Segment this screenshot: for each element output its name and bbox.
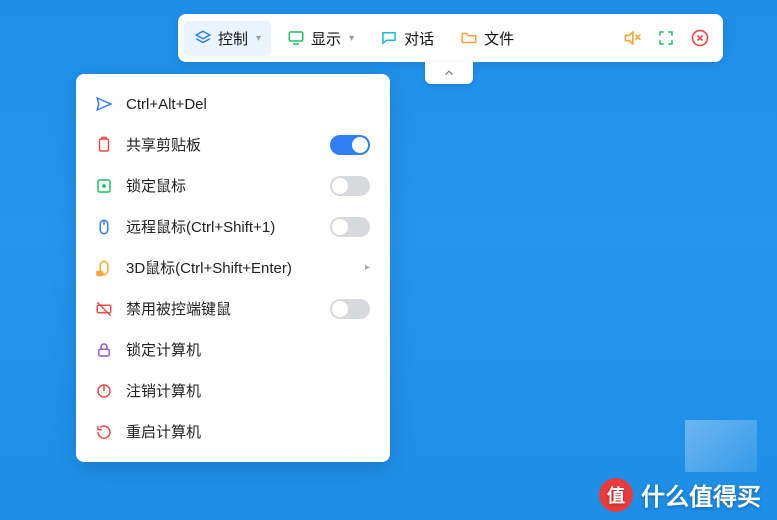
toggle-lock-mouse[interactable]	[330, 176, 370, 196]
power-icon	[94, 381, 114, 401]
toolbar-tab-control[interactable]: 控制 ▾	[184, 21, 271, 56]
watermark: 值 什么值得买	[599, 477, 761, 512]
layers-icon	[194, 29, 212, 47]
menu-share-clipboard[interactable]: 共享剪贴板	[76, 124, 390, 165]
send-icon	[94, 94, 114, 114]
menu-label: 注销计算机	[126, 380, 370, 401]
toolbar-label: 文件	[484, 28, 514, 49]
toolbar-tab-display[interactable]: 显示 ▾	[277, 21, 364, 56]
toggle-disable-remote-input[interactable]	[330, 299, 370, 319]
toolbar-tab-chat[interactable]: 对话	[370, 21, 444, 56]
control-dropdown: Ctrl+Alt+Del 共享剪贴板 锁定鼠标 远程鼠标(Ctrl+Shift+…	[76, 74, 390, 462]
menu-lock-mouse[interactable]: 锁定鼠标	[76, 165, 390, 206]
clipboard-icon	[94, 135, 114, 155]
toolbar-tab-file[interactable]: 文件	[450, 21, 524, 56]
menu-ctrl-alt-del[interactable]: Ctrl+Alt+Del	[76, 84, 390, 124]
collapse-toolbar-button[interactable]	[425, 62, 473, 84]
menu-disable-remote-input[interactable]: 禁用被控端键鼠	[76, 288, 390, 329]
fullscreen-icon	[657, 29, 675, 47]
menu-label: 共享剪贴板	[126, 134, 318, 155]
toolbar-label: 显示	[311, 28, 341, 49]
menu-label: Ctrl+Alt+Del	[126, 96, 370, 113]
menu-label: 远程鼠标(Ctrl+Shift+1)	[126, 216, 318, 237]
menu-lock-computer[interactable]: 锁定计算机	[76, 329, 390, 370]
top-toolbar: 控制 ▾ 显示 ▾ 对话 文件	[178, 14, 723, 62]
toggle-remote-mouse[interactable]	[330, 217, 370, 237]
mouse-icon	[94, 217, 114, 237]
menu-restart-computer[interactable]: 重启计算机	[76, 411, 390, 452]
toolbar-label: 对话	[404, 28, 434, 49]
mute-button[interactable]	[615, 21, 649, 55]
close-icon	[690, 28, 710, 48]
volume-mute-icon	[622, 28, 642, 48]
target-icon	[94, 176, 114, 196]
watermark-text: 什么值得买	[641, 477, 761, 512]
chevron-down-icon: ▾	[349, 33, 354, 44]
menu-logoff-computer[interactable]: 注销计算机	[76, 370, 390, 411]
menu-label: 3D鼠标(Ctrl+Shift+Enter)	[126, 257, 353, 278]
chevron-down-icon: ▾	[256, 33, 261, 44]
chevron-right-icon: ▸	[365, 262, 370, 273]
folder-icon	[460, 29, 478, 47]
mouse3d-icon: 3D	[94, 258, 114, 278]
svg-text:3D: 3D	[97, 271, 104, 277]
menu-label: 锁定计算机	[126, 339, 370, 360]
menu-3d-mouse[interactable]: 3D 3D鼠标(Ctrl+Shift+Enter) ▸	[76, 247, 390, 288]
toggle-share-clipboard[interactable]	[330, 135, 370, 155]
chat-icon	[380, 29, 398, 47]
keyboard-off-icon	[94, 299, 114, 319]
toolbar-label: 控制	[218, 28, 248, 49]
menu-label: 重启计算机	[126, 421, 370, 442]
taskbar-preview	[685, 420, 757, 472]
lock-icon	[94, 340, 114, 360]
fullscreen-button[interactable]	[649, 21, 683, 55]
restart-icon	[94, 422, 114, 442]
close-button[interactable]	[683, 21, 717, 55]
chevron-up-icon	[442, 66, 456, 80]
monitor-icon	[287, 29, 305, 47]
menu-label: 禁用被控端键鼠	[126, 298, 318, 319]
menu-label: 锁定鼠标	[126, 175, 318, 196]
watermark-badge: 值	[599, 478, 633, 512]
menu-remote-mouse[interactable]: 远程鼠标(Ctrl+Shift+1)	[76, 206, 390, 247]
